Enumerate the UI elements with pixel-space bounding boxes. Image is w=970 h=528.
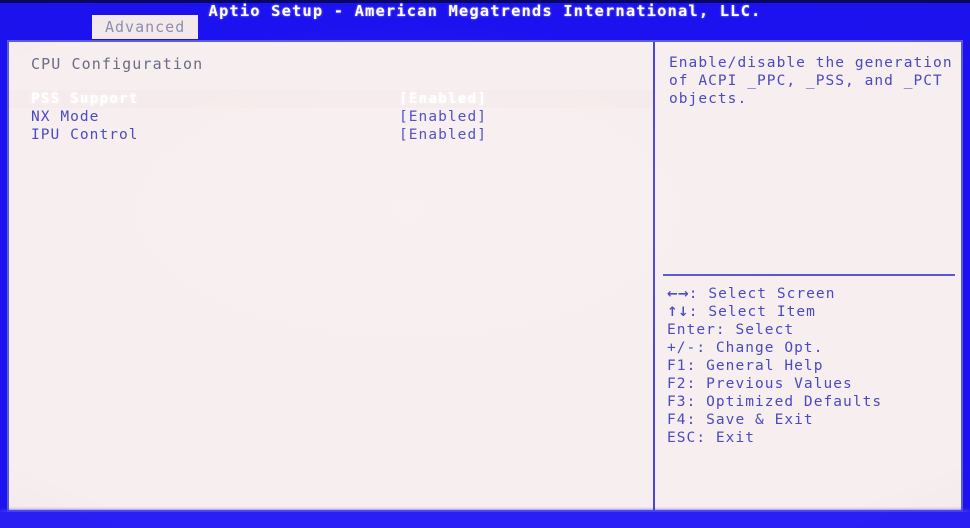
- key-legend-row: +/-: Change Opt.: [667, 339, 959, 357]
- key-legend-row: ←→: Select Screen: [667, 285, 959, 303]
- key-action: Select: [735, 322, 795, 338]
- key-legend-row: ↑↓: Select Item: [667, 303, 959, 321]
- key-name: ESC: [667, 430, 697, 446]
- key-separator: :: [688, 286, 709, 302]
- key-separator: :: [715, 322, 736, 338]
- key-action: Optimized Defaults: [706, 394, 883, 410]
- key-legend-row: F3: Optimized Defaults: [667, 393, 959, 411]
- key-legend-row: F2: Previous Values: [667, 375, 959, 393]
- key-action: Change Opt.: [715, 340, 824, 356]
- key-name: F1: [667, 358, 687, 374]
- option-row[interactable]: PSS Support [Enabled]: [9, 90, 653, 108]
- option-value[interactable]: [Enabled]: [399, 126, 487, 144]
- option-value[interactable]: [Enabled]: [399, 90, 487, 108]
- key-action: Select Screen: [708, 286, 836, 302]
- key-separator: :: [696, 340, 716, 356]
- key-action: General Help: [706, 358, 824, 374]
- key-name: F3: [667, 394, 687, 410]
- option-label: IPU Control: [31, 127, 139, 143]
- help-separator: [663, 274, 955, 276]
- key-separator: :: [686, 394, 707, 410]
- key-separator: :: [696, 430, 716, 446]
- arrow-keys-icon: ↑↓: [667, 305, 689, 320]
- key-name: F2: [667, 376, 687, 392]
- arrow-keys-icon: ←→: [667, 287, 689, 302]
- key-legend-row: ESC: Exit: [667, 429, 959, 447]
- setup-frame: CPU Configuration PSS Support [Enabled] NX…: [7, 40, 963, 512]
- options-list: PSS Support [Enabled] NX Mode [Enabled] IPU …: [9, 90, 653, 144]
- help-pane: Enable/disable the generation of ACPI _P…: [655, 42, 961, 510]
- key-action: Save & Exit: [706, 412, 814, 428]
- key-legend-row: F1: General Help: [667, 357, 959, 375]
- option-row[interactable]: NX Mode [Enabled]: [9, 108, 653, 126]
- key-name: +/-: [667, 340, 697, 356]
- key-separator: :: [686, 412, 707, 428]
- key-separator: :: [686, 376, 707, 392]
- key-legend-row: Enter: Select: [667, 321, 959, 339]
- key-action: Previous Values: [706, 376, 853, 392]
- key-separator: :: [688, 304, 709, 320]
- option-value[interactable]: [Enabled]: [399, 108, 487, 126]
- key-separator: :: [686, 358, 707, 374]
- key-name: Enter: [667, 322, 716, 338]
- section-title: CPU Configuration: [31, 55, 204, 73]
- key-action: Select Item: [708, 304, 816, 320]
- option-label: PSS Support: [31, 91, 139, 107]
- key-action: Exit: [715, 430, 756, 446]
- option-label: NX Mode: [31, 109, 100, 125]
- bottom-bar: [0, 512, 970, 528]
- menu-tab-bar: Advanced: [0, 15, 970, 40]
- key-name: F4: [667, 412, 687, 428]
- key-legend-row: F4: Save & Exit: [667, 411, 959, 429]
- options-pane: CPU Configuration PSS Support [Enabled] NX…: [9, 42, 653, 510]
- tab-advanced[interactable]: Advanced: [92, 15, 199, 39]
- bios-setup-screen: Aptio Setup - American Megatrends Intern…: [0, 0, 970, 528]
- help-description: Enable/disable the generation of ACPI _P…: [669, 55, 953, 107]
- option-row[interactable]: IPU Control [Enabled]: [9, 126, 653, 144]
- key-legend: ←→: Select Screen ↑↓: Select Item Enter: S…: [667, 285, 959, 447]
